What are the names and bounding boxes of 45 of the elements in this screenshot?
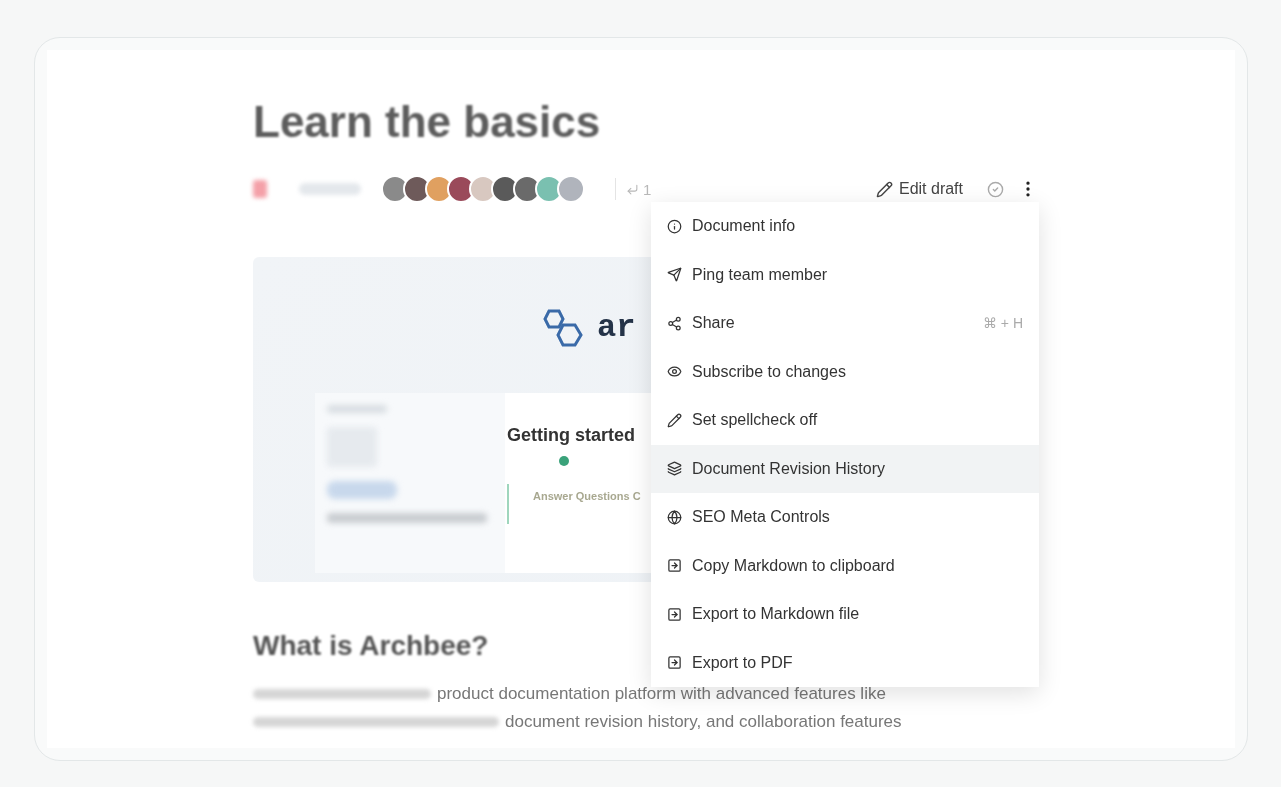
edit-draft-button[interactable]: Edit draft bbox=[875, 180, 963, 198]
menu-item-label: Share bbox=[692, 314, 735, 333]
menu-item[interactable]: SEO Meta Controls bbox=[651, 493, 1039, 542]
info-icon bbox=[667, 218, 682, 234]
callout-title: Answer Questions C bbox=[507, 484, 641, 524]
export-icon bbox=[667, 606, 682, 622]
pencil-icon bbox=[667, 412, 682, 428]
menu-item-label: Document Revision History bbox=[692, 459, 885, 478]
menu-item[interactable]: Export to Markdown file bbox=[651, 590, 1039, 639]
paragraph-text: product documentation platform with advanced features like bbox=[437, 684, 886, 704]
logo-text: ar bbox=[597, 308, 636, 346]
menu-item[interactable]: Document info bbox=[651, 202, 1039, 251]
menu-item-label: Set spellcheck off bbox=[692, 411, 818, 430]
menu-item-label: Export to Markdown file bbox=[692, 605, 860, 624]
check-circle-icon[interactable] bbox=[987, 180, 1004, 198]
menu-item-label: Ping team member bbox=[692, 265, 828, 284]
menu-item[interactable]: Share ⌘ + H bbox=[651, 299, 1039, 348]
eye-icon bbox=[667, 364, 682, 380]
menu-item-label: SEO Meta Controls bbox=[692, 508, 830, 527]
section-heading: What is Archbee? bbox=[253, 629, 489, 663]
menu-item-label: Copy Markdown to clipboard bbox=[692, 556, 895, 575]
globe-icon bbox=[667, 509, 682, 525]
menu-item[interactable]: Export to PDF bbox=[651, 638, 1039, 687]
status-dot bbox=[559, 456, 569, 466]
paragraph-text: document revision history, and collaboration features bbox=[505, 712, 902, 732]
menu-item[interactable]: Document Revision History bbox=[651, 444, 1039, 493]
export-icon bbox=[667, 558, 682, 574]
menu-item-label: Subscribe to changes bbox=[692, 362, 846, 381]
menu-item[interactable]: Set spellcheck off bbox=[651, 396, 1039, 445]
menu-item[interactable]: Ping team member bbox=[651, 250, 1039, 299]
send-icon bbox=[667, 267, 682, 283]
category-pill bbox=[299, 183, 361, 195]
pencil-icon bbox=[875, 180, 893, 198]
document-title: Learn the basics bbox=[253, 96, 601, 148]
export-icon bbox=[667, 655, 682, 671]
layers-icon bbox=[667, 461, 682, 477]
inner-title: Getting started bbox=[507, 425, 635, 446]
menu-item-label: Export to PDF bbox=[692, 653, 793, 672]
menu-item-label: Document info bbox=[692, 217, 796, 236]
shortcut-hint: ⌘ + H bbox=[982, 315, 1023, 332]
share-icon bbox=[667, 315, 682, 331]
menu-item[interactable]: Copy Markdown to clipboard bbox=[651, 541, 1039, 590]
menu-item[interactable]: Subscribe to changes bbox=[651, 347, 1039, 396]
status-icon bbox=[253, 180, 267, 198]
arrow-icon bbox=[626, 182, 639, 196]
